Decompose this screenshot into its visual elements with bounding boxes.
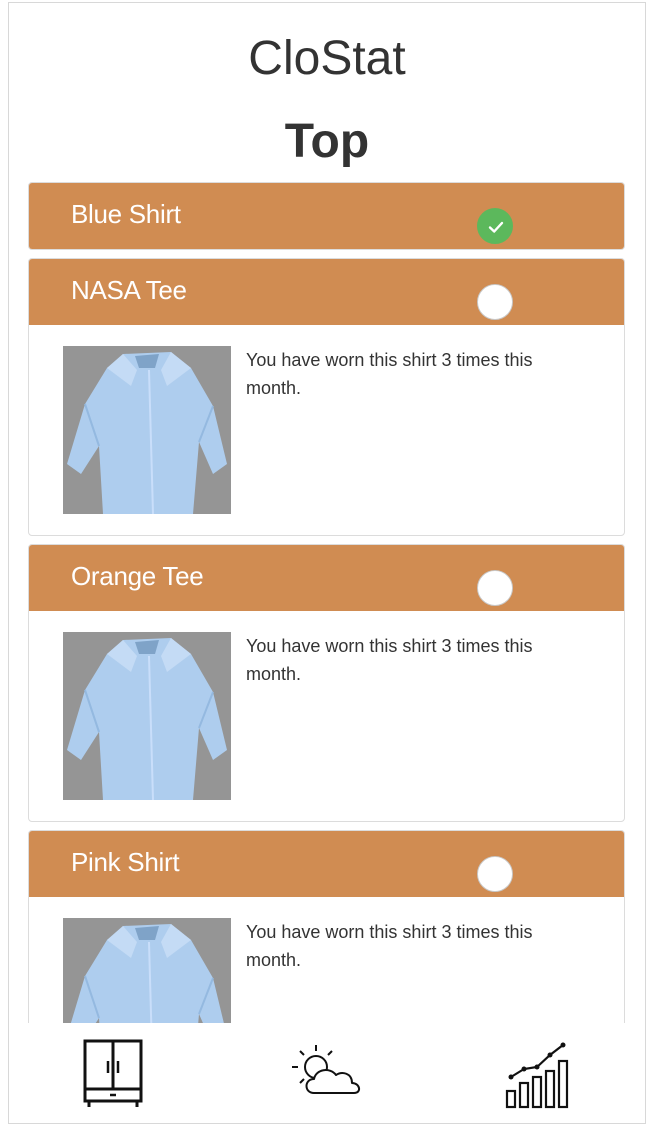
- wear-count-text: You have worn this shirt 3 times this mo…: [246, 350, 533, 398]
- card-header[interactable]: Pink Shirt: [29, 831, 624, 897]
- wear-count-text: You have worn this shirt 3 times this mo…: [246, 922, 533, 970]
- select-radio[interactable]: [477, 856, 513, 892]
- clothing-list: Blue Shirt NASA Tee You have worn this s…: [28, 182, 625, 1116]
- item-name: NASA Tee: [71, 275, 187, 305]
- select-radio[interactable]: [477, 570, 513, 606]
- checkmark-icon: [488, 221, 504, 233]
- card-body: You have worn this shirt 3 times this mo…: [29, 611, 624, 821]
- card-header[interactable]: NASA Tee: [29, 259, 624, 325]
- item-name: Orange Tee: [71, 561, 204, 591]
- bottom-nav: [9, 1023, 645, 1123]
- item-name: Blue Shirt: [71, 199, 181, 229]
- weather-icon: [292, 1045, 360, 1094]
- shirt-image: [63, 346, 231, 514]
- app-title: CloStat: [248, 32, 406, 85]
- section-title: Top: [284, 115, 370, 168]
- stats-chart-icon: [505, 1042, 569, 1109]
- card-body: You have worn this shirt 3 times this mo…: [29, 325, 624, 535]
- wardrobe-nav-button[interactable]: [74, 1037, 154, 1113]
- card-header[interactable]: Blue Shirt: [29, 183, 624, 249]
- clothing-card: Orange Tee You have worn this shirt 3 ti…: [28, 544, 625, 822]
- stats-nav-button[interactable]: [501, 1037, 581, 1113]
- wear-count-text: You have worn this shirt 3 times this mo…: [246, 636, 533, 684]
- card-header[interactable]: Orange Tee: [29, 545, 624, 611]
- shirt-image: [63, 632, 231, 800]
- clothing-card: NASA Tee You have worn this shirt 3 time…: [28, 258, 625, 536]
- select-radio[interactable]: [477, 284, 513, 320]
- clothing-card: Blue Shirt: [28, 182, 625, 250]
- wardrobe-icon: [83, 1039, 143, 1107]
- app-frame: CloStat Top Blue Shirt NASA Tee You have…: [8, 2, 646, 1124]
- weather-nav-button[interactable]: [286, 1037, 366, 1113]
- item-name: Pink Shirt: [71, 847, 180, 877]
- selected-radio[interactable]: [477, 208, 513, 244]
